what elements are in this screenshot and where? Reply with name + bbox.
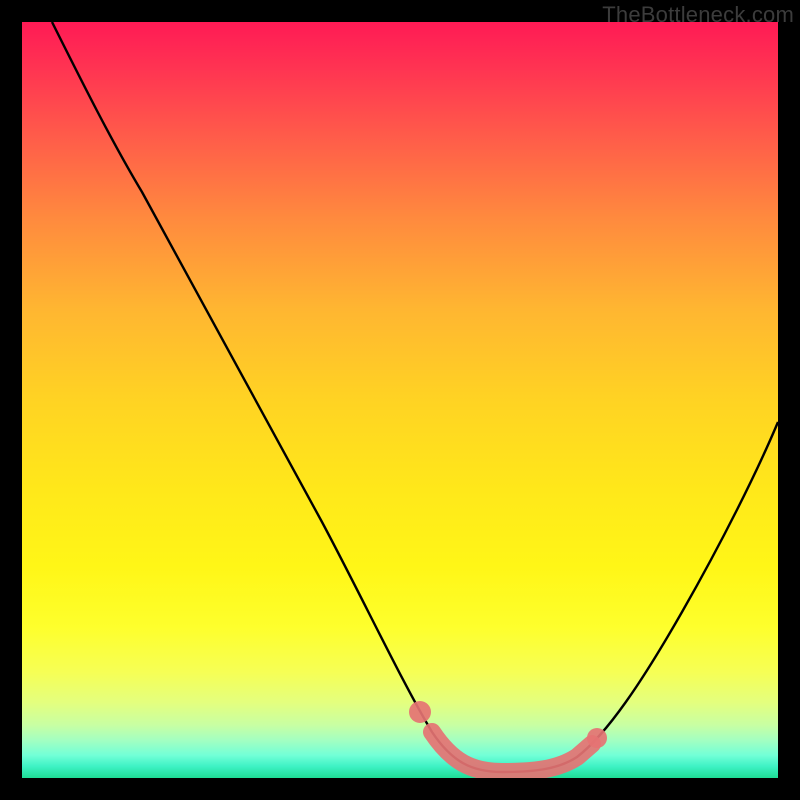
chart-frame — [22, 22, 778, 778]
chart-gradient-background — [22, 22, 778, 778]
